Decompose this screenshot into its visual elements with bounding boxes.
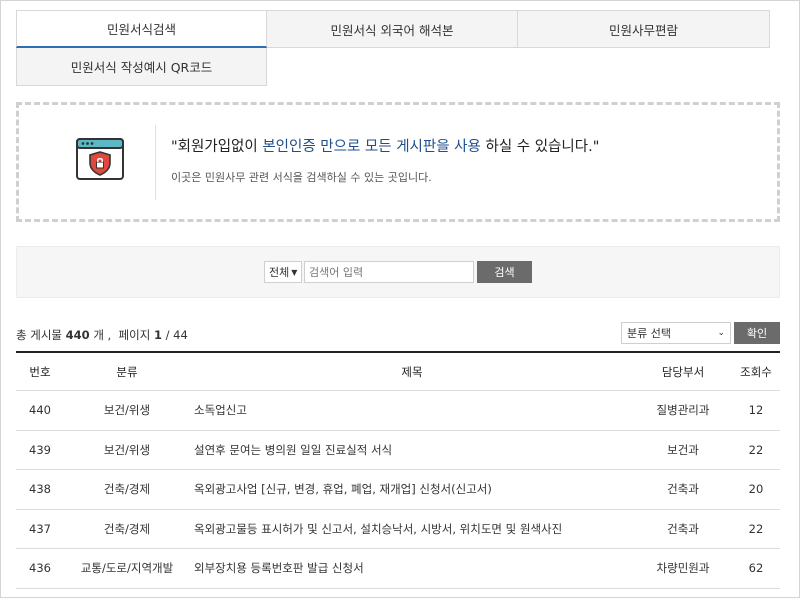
row-views: 22	[748, 442, 764, 457]
row-views: 12	[748, 403, 764, 418]
row-no: 437	[29, 521, 51, 536]
row-dept: 건축과	[667, 482, 699, 497]
row-category: 보건/위생	[103, 403, 151, 418]
confirm-button[interactable]: 확인	[734, 322, 780, 344]
row-no: 438	[29, 482, 51, 497]
chevron-down-icon: ▼	[291, 267, 298, 277]
search-scope-select[interactable]: 전체 ▼	[264, 261, 302, 283]
table-row[interactable]: 439 보건/위생 설연후 문여는 병의원 일일 진료실적 서식 보건과 22	[16, 431, 780, 470]
info-divider	[155, 125, 156, 200]
row-dept: 건축과	[667, 521, 699, 536]
tab-bar: 민원서식검색 민원서식 외국어 해석본 민원사무편람 민원서식 작성예시 QR코…	[16, 10, 770, 86]
row-category: 건축/경제	[103, 482, 151, 497]
header-dept: 담당부서	[661, 364, 705, 379]
info-banner: "회원가입없이 본인인증 만으로 모든 게시판을 사용 하실 수 있습니다." …	[16, 102, 780, 222]
row-dept: 차량민원과	[656, 561, 710, 576]
search-input[interactable]	[304, 261, 474, 283]
row-title-link[interactable]: 외부장치용 등록번호판 발급 신청서	[190, 560, 634, 576]
info-title: "회원가입없이 본인인증 만으로 모든 게시판을 사용 하실 수 있습니다."	[171, 139, 600, 155]
row-no: 436	[29, 561, 51, 576]
row-category: 보건/위생	[103, 442, 151, 457]
browser-shield-icon	[76, 138, 124, 180]
header-no: 번호	[29, 364, 51, 379]
row-no: 439	[29, 442, 51, 457]
row-title-link[interactable]: 옥외광고사업 [신규, 변경, 휴업, 폐업, 재개업] 신청서(신고서)	[190, 481, 634, 497]
table-row[interactable]: 436 교통/도로/지역개발 외부장치용 등록번호판 발급 신청서 차량민원과 …	[16, 549, 780, 589]
chevron-down-icon: ⌄	[717, 328, 725, 338]
header-category: 분류	[116, 364, 138, 379]
header-title: 제목	[401, 364, 423, 379]
table-row[interactable]: 440 보건/위생 소독업신고 질병관리과 12	[16, 391, 780, 431]
forms-table: 번호 분류 제목 담당부서 조회수 440 보건/위생 소독업신고 질병관리과 …	[16, 351, 780, 589]
row-dept: 보건과	[667, 442, 699, 457]
board-summary: 총 게시물 440 개 , 페이지 1 / 44	[16, 328, 188, 342]
row-views: 20	[748, 482, 764, 497]
row-title-link[interactable]: 옥외광고물등 표시허가 및 신고서, 설치승낙서, 시방서, 위치도면 및 원색…	[190, 521, 634, 537]
table-row[interactable]: 438 건축/경제 옥외광고사업 [신규, 변경, 휴업, 폐업, 재개업] 신…	[16, 470, 780, 510]
info-subtitle: 이곳은 민원사무 관련 서식을 검색하실 수 있는 곳입니다.	[171, 171, 432, 184]
tab-civil-manual[interactable]: 민원사무편람	[518, 10, 770, 48]
row-title-link[interactable]: 설연후 문여는 병의원 일일 진료실적 서식	[190, 442, 634, 458]
row-dept: 질병관리과	[656, 403, 710, 418]
row-views: 22	[748, 521, 764, 536]
tab-foreign-translation[interactable]: 민원서식 외국어 해석본	[267, 10, 518, 48]
search-button[interactable]: 검색	[477, 261, 532, 283]
row-category: 건축/경제	[103, 521, 151, 536]
header-views: 조회수	[740, 364, 772, 379]
category-select[interactable]: 분류 선택 ⌄	[621, 322, 731, 344]
search-panel: 전체 ▼ 검색	[16, 246, 780, 298]
row-title-link[interactable]: 소독업신고	[190, 402, 634, 418]
row-views: 62	[748, 561, 764, 576]
table-row[interactable]: 437 건축/경제 옥외광고물등 표시허가 및 신고서, 설치승낙서, 시방서,…	[16, 510, 780, 549]
tab-qr-example[interactable]: 민원서식 작성예시 QR코드	[16, 48, 267, 86]
tab-form-search[interactable]: 민원서식검색	[16, 10, 267, 48]
row-category: 교통/도로/지역개발	[80, 561, 174, 576]
row-no: 440	[29, 403, 51, 418]
table-header: 번호 분류 제목 담당부서 조회수	[16, 353, 780, 391]
